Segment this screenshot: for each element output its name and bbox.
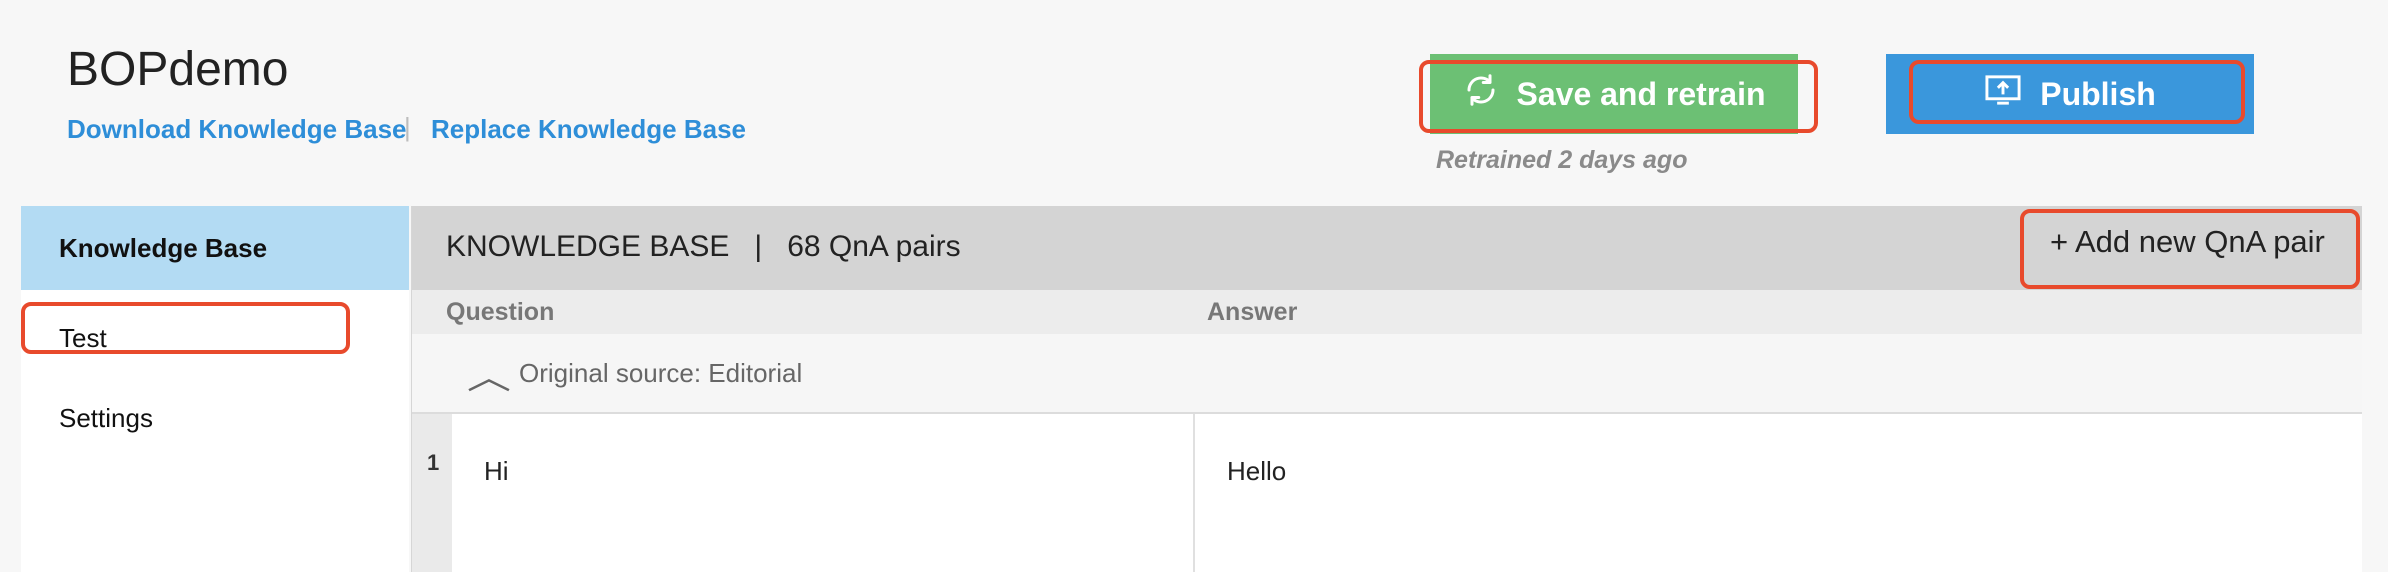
retrained-status: Retrained 2 days ago xyxy=(1436,146,1688,174)
highlight-box-test xyxy=(21,302,350,354)
kb-panel-title: KNOWLEDGE BASE | 68 QnA pairs xyxy=(446,230,961,263)
chevron-up-icon[interactable]: ︿ xyxy=(467,350,511,399)
replace-kb-link[interactable]: Replace Knowledge Base xyxy=(431,114,746,145)
sidebar-item-settings[interactable]: Settings xyxy=(21,396,409,440)
row-number-gutter xyxy=(412,414,452,572)
source-group-header[interactable]: ︿ Original source: Editorial xyxy=(412,334,2362,414)
cell-divider xyxy=(1193,414,1195,572)
question-cell[interactable]: Hi xyxy=(484,456,509,487)
highlight-box-save xyxy=(1419,60,1818,133)
highlight-box-add-pair xyxy=(2020,209,2360,289)
download-kb-link[interactable]: Download Knowledge Base xyxy=(67,114,407,145)
sidebar: Knowledge Base Test Settings xyxy=(21,206,409,572)
source-label: Original source: Editorial xyxy=(519,358,803,388)
column-question: Question xyxy=(446,298,555,326)
link-separator: | xyxy=(404,112,411,142)
column-answer: Answer xyxy=(1207,298,1298,326)
row-number: 1 xyxy=(427,450,440,475)
sidebar-item-knowledge-base[interactable]: Knowledge Base xyxy=(21,206,409,290)
highlight-box-publish xyxy=(1909,60,2245,124)
table-header: Question Answer xyxy=(412,290,2362,334)
kb-title: BOPdemo xyxy=(67,43,289,96)
answer-cell[interactable]: Hello xyxy=(1227,456,1286,487)
